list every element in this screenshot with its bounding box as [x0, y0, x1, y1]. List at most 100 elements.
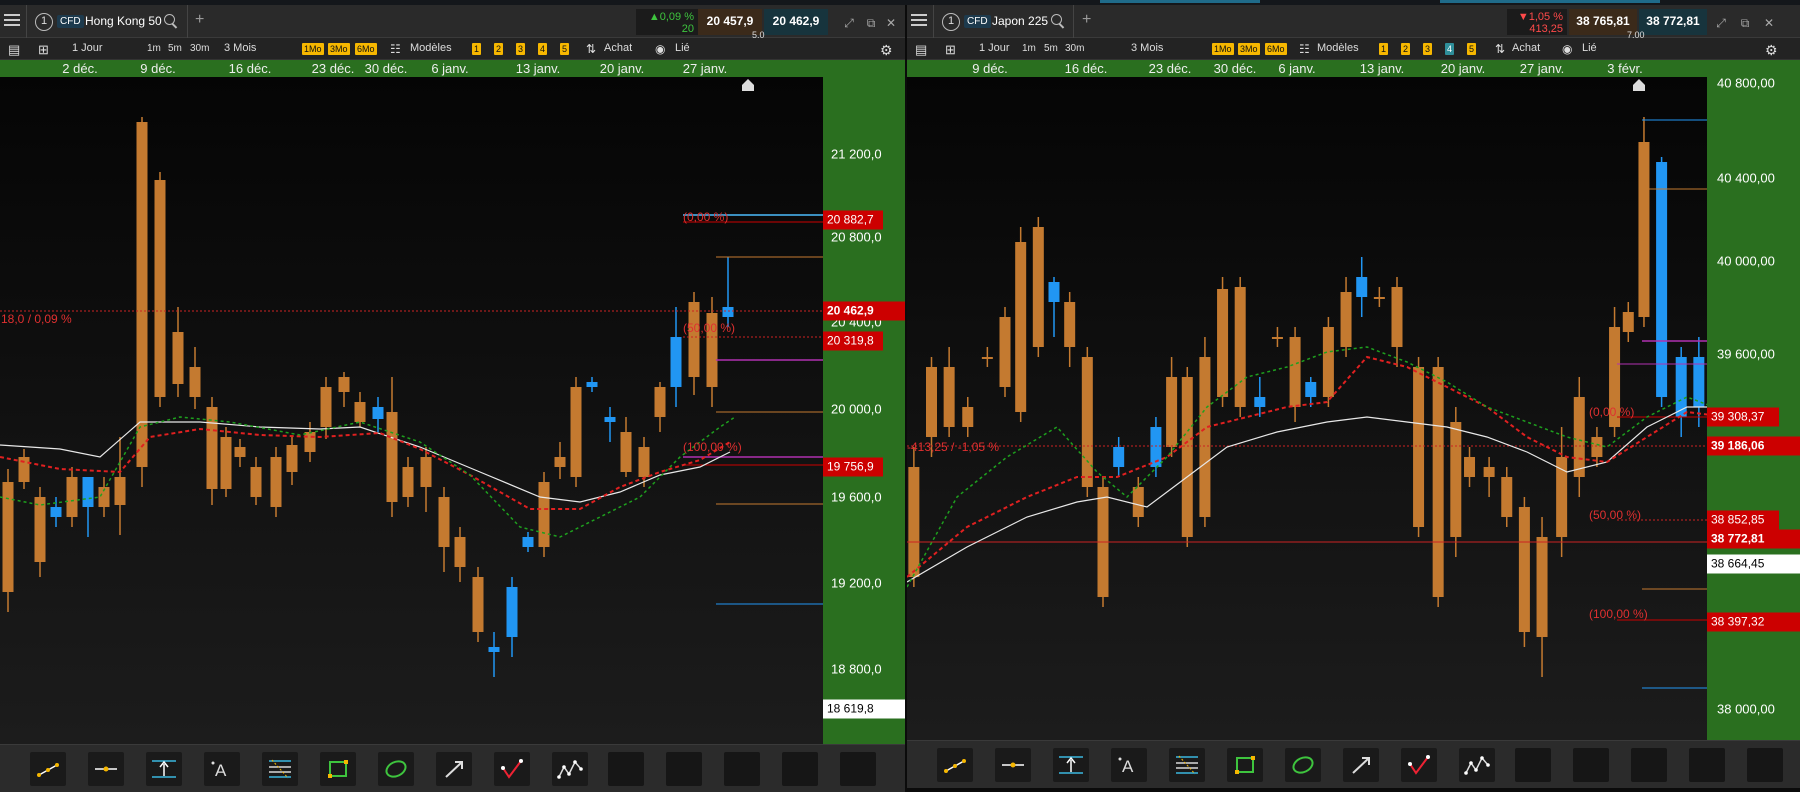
text-tool-icon[interactable]: A — [204, 752, 240, 786]
text-tool-icon[interactable]: A — [1111, 748, 1147, 782]
interval-select[interactable]: 1 Jour — [979, 42, 1010, 54]
candle-body — [1015, 242, 1027, 412]
candle-body — [604, 417, 616, 422]
link-number-badge[interactable]: 1 — [942, 13, 960, 31]
preset-1[interactable]: 1 — [1379, 43, 1389, 55]
horizontal-line-icon[interactable] — [88, 752, 124, 786]
preset-2[interactable]: 2 — [494, 43, 504, 55]
add-tab-icon[interactable]: + — [195, 11, 204, 29]
range-select[interactable]: 3 Mois — [224, 42, 256, 54]
interval-30m[interactable]: 30m — [1065, 43, 1084, 54]
range-3mo[interactable]: 3Mo — [328, 43, 350, 55]
ellipse-tool-icon[interactable] — [1285, 748, 1321, 782]
models-button[interactable]: Modèles — [1317, 42, 1359, 54]
line-tool-icon[interactable] — [937, 748, 973, 782]
pattern-tool-icon[interactable] — [494, 752, 530, 786]
layout-icon[interactable]: ⊞ — [38, 42, 49, 58]
models-button[interactable]: Modèles — [410, 42, 452, 54]
horizontal-line-icon[interactable] — [995, 748, 1031, 782]
empty-tool-slot[interactable] — [1631, 748, 1667, 782]
left-candle-chart[interactable]: (0,00 %) (50,00 %) (100,00 %) 18,0 / 0,09 % — [0, 77, 823, 744]
buy-icon[interactable]: ⇅ — [586, 42, 596, 56]
linked-button[interactable]: Lié — [1582, 42, 1597, 54]
settings-icon[interactable]: ⚙ — [880, 42, 893, 59]
empty-tool-slot[interactable] — [1747, 748, 1783, 782]
channel-tool-icon[interactable] — [146, 752, 182, 786]
pattern-tool-icon[interactable] — [1401, 748, 1437, 782]
range-3mo[interactable]: 3Mo — [1238, 43, 1260, 55]
settings-icon[interactable]: ⚙ — [1765, 42, 1778, 59]
preset-4[interactable]: 4 — [538, 43, 548, 55]
buy-price-button[interactable]: 38 772,81 — [1639, 9, 1707, 35]
expand-icon[interactable]: ⤢ — [843, 17, 855, 29]
range-6mo[interactable]: 6Mo — [355, 43, 377, 55]
empty-tool-slot[interactable] — [608, 752, 644, 786]
wave-tool-icon[interactable] — [552, 752, 588, 786]
toggle-panel-icon[interactable]: ▤ — [915, 42, 927, 58]
popout-icon[interactable]: ⧉ — [1739, 17, 1751, 29]
preset-5[interactable]: 5 — [560, 43, 570, 55]
price-tick: 40 800,00 — [1717, 75, 1775, 91]
preset-3[interactable]: 3 — [516, 43, 526, 55]
empty-tool-slot[interactable] — [782, 752, 818, 786]
models-icon[interactable]: ☷ — [1299, 42, 1310, 56]
instrument-name[interactable]: Japon 225 — [992, 14, 1048, 28]
rectangle-tool-icon[interactable] — [1227, 748, 1263, 782]
interval-1m[interactable]: 1m — [147, 43, 161, 54]
arrow-tool-icon[interactable] — [1343, 748, 1379, 782]
add-tab-icon[interactable]: + — [1082, 11, 1091, 29]
preset-4[interactable]: 4 — [1445, 43, 1455, 55]
eye-icon[interactable]: ◉ — [1562, 42, 1572, 56]
empty-tool-slot[interactable] — [1573, 748, 1609, 782]
search-icon[interactable] — [1050, 13, 1066, 29]
range-1mo[interactable]: 1Mo — [1212, 43, 1234, 55]
buy-icon[interactable]: ⇅ — [1495, 42, 1505, 56]
ellipse-tool-icon[interactable] — [378, 752, 414, 786]
eye-icon[interactable]: ◉ — [655, 42, 665, 56]
layout-icon[interactable]: ⊞ — [945, 42, 956, 58]
right-candle-chart[interactable]: (0,00 %) (50,00 %) (100,00 %) -413,25 / -1,… — [907, 77, 1707, 740]
range-select[interactable]: 3 Mois — [1131, 42, 1163, 54]
empty-tool-slot[interactable] — [1689, 748, 1725, 782]
preset-1[interactable]: 1 — [472, 43, 482, 55]
svg-text:A: A — [1122, 757, 1134, 776]
preset-5[interactable]: 5 — [1467, 43, 1477, 55]
empty-tool-slot[interactable] — [724, 752, 760, 786]
interval-1m[interactable]: 1m — [1022, 43, 1036, 54]
toggle-panel-icon[interactable]: ▤ — [8, 42, 20, 58]
instrument-name[interactable]: Hong Kong 50 — [85, 14, 162, 28]
empty-tool-slot[interactable] — [1515, 748, 1551, 782]
interval-30m[interactable]: 30m — [190, 43, 209, 54]
interval-5m[interactable]: 5m — [168, 43, 182, 54]
search-icon[interactable] — [163, 13, 179, 29]
interval-select[interactable]: 1 Jour — [72, 42, 103, 54]
buy-button[interactable]: Achat — [1512, 42, 1540, 54]
empty-tool-slot[interactable] — [666, 752, 702, 786]
menu-icon[interactable] — [4, 14, 20, 28]
close-icon[interactable]: ✕ — [1763, 17, 1775, 29]
close-icon[interactable]: ✕ — [885, 17, 897, 29]
date-label: 9 déc. — [140, 61, 176, 76]
buy-price-button[interactable]: 20 462,9 — [764, 9, 828, 35]
line-tool-icon[interactable] — [30, 752, 66, 786]
expand-icon[interactable]: ⤢ — [1715, 17, 1727, 29]
rectangle-tool-icon[interactable] — [320, 752, 356, 786]
models-icon[interactable]: ☷ — [390, 42, 401, 56]
popout-icon[interactable]: ⧉ — [865, 17, 877, 29]
wave-tool-icon[interactable] — [1459, 748, 1495, 782]
menu-icon[interactable] — [911, 14, 927, 28]
fibonacci-tool-icon[interactable] — [262, 752, 298, 786]
fibonacci-tool-icon[interactable] — [1169, 748, 1205, 782]
linked-button[interactable]: Lié — [675, 42, 690, 54]
empty-tool-slot[interactable] — [840, 752, 876, 786]
preset-3[interactable]: 3 — [1423, 43, 1433, 55]
arrow-tool-icon[interactable] — [436, 752, 472, 786]
change-label: -413,25 / -1,05 % — [907, 440, 999, 454]
channel-tool-icon[interactable] — [1053, 748, 1089, 782]
interval-5m[interactable]: 5m — [1044, 43, 1058, 54]
preset-2[interactable]: 2 — [1401, 43, 1411, 55]
range-6mo[interactable]: 6Mo — [1265, 43, 1287, 55]
range-1mo[interactable]: 1Mo — [302, 43, 324, 55]
buy-button[interactable]: Achat — [604, 42, 632, 54]
link-number-badge[interactable]: 1 — [35, 13, 53, 31]
